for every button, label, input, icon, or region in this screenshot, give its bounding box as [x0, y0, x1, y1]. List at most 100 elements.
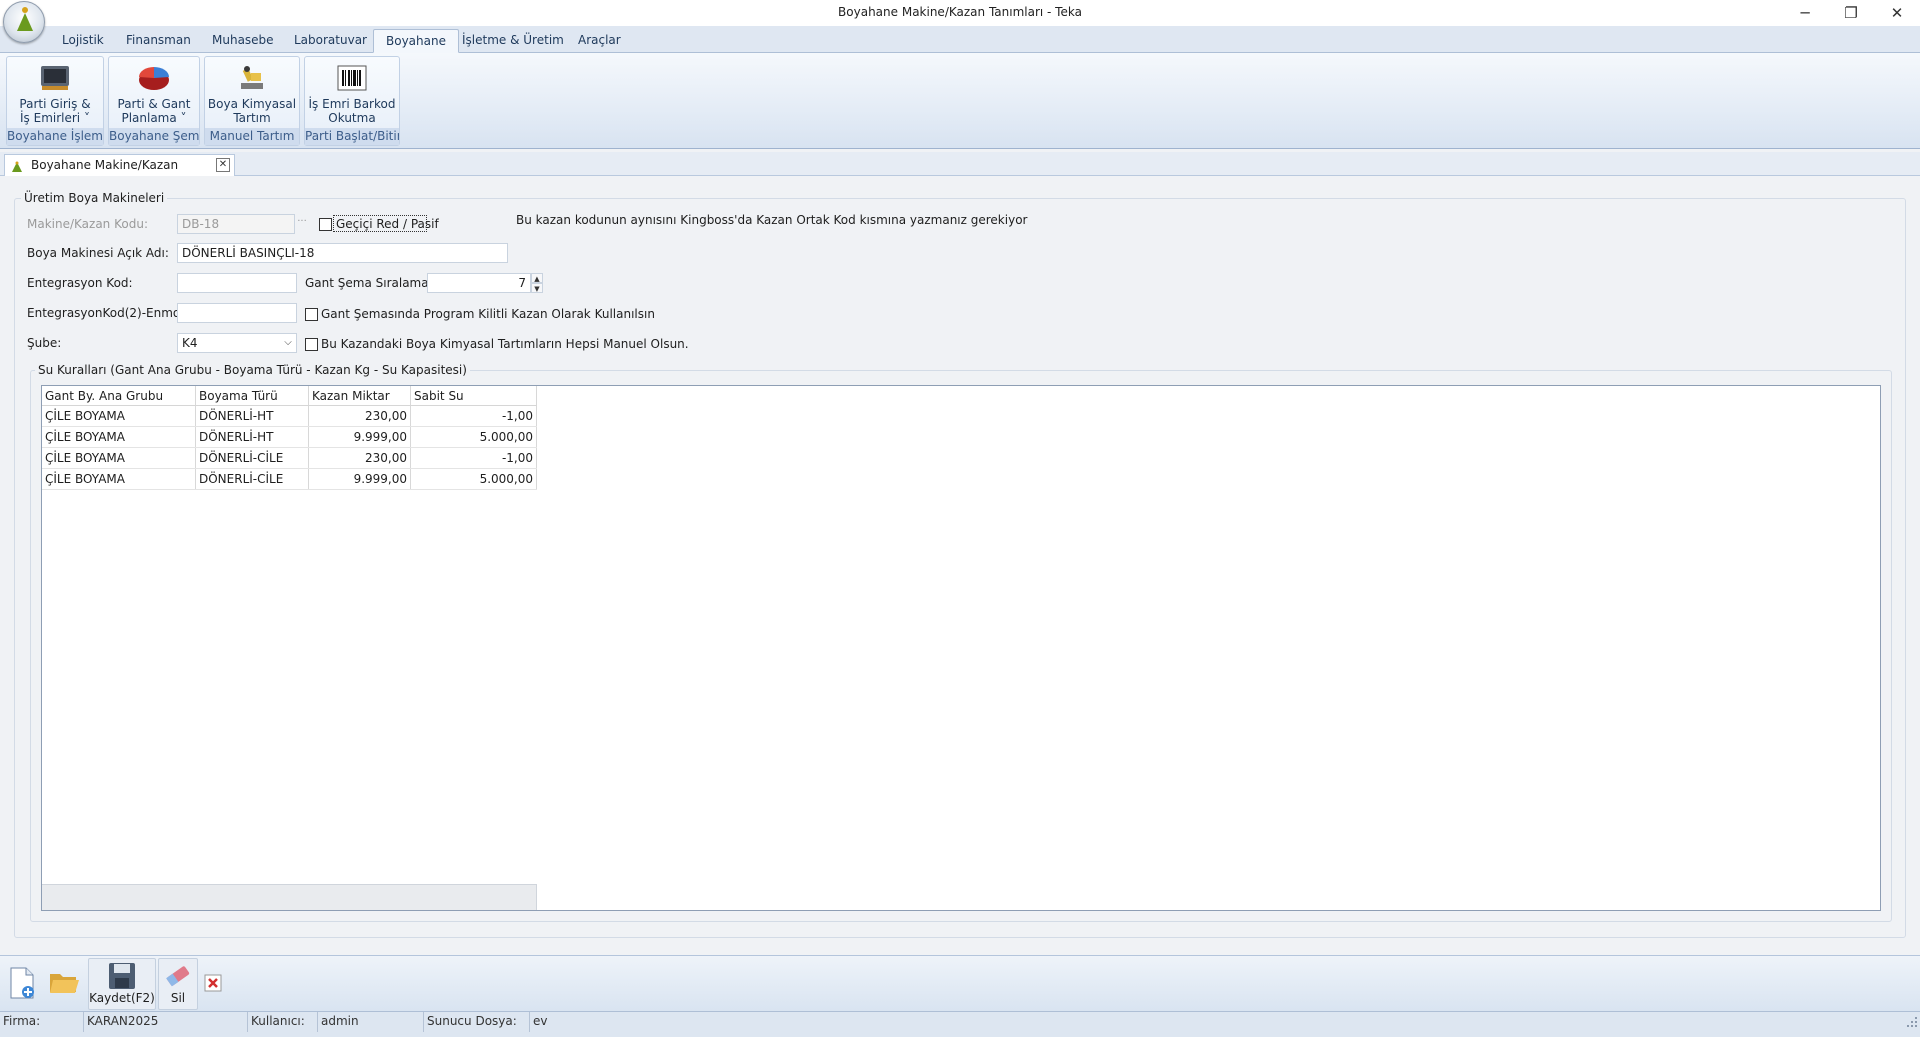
table-cell[interactable]: 230,00: [309, 448, 411, 468]
app-logo-icon: [17, 13, 33, 31]
delete-button[interactable]: Sil: [158, 958, 198, 1010]
parti-giris-button[interactable]: Parti Giriş & İş Emirleri ˅: [7, 59, 103, 129]
document-tab[interactable]: Boyahane Makine/Kazan Tanımları ✕: [4, 154, 235, 192]
table-row[interactable]: ÇİLE BOYAMA DÖNERLİ-CİLE 9.999,00 5.000,…: [42, 469, 537, 490]
open-name-input[interactable]: DÖNERLİ BASINÇLI-18: [177, 243, 508, 263]
spin-down-icon[interactable]: ▼: [531, 283, 543, 293]
pie-chart-icon: [137, 63, 171, 93]
parti-giris-label-1: Parti Giriş &: [19, 97, 91, 111]
is-emri-label-2: Okutma: [328, 111, 376, 125]
table-cell[interactable]: 230,00: [309, 406, 411, 426]
tab-finansman[interactable]: Finansman: [114, 29, 203, 53]
grid-footer: [42, 884, 537, 910]
open-name-label: Boya Makinesi Açık Adı:: [27, 246, 169, 260]
resize-grip-icon[interactable]: [1904, 1014, 1918, 1028]
water-rules-grid[interactable]: Gant By. Ana Grubu Boyama Türü Kazan Mik…: [41, 385, 1881, 911]
ribbon-group-label: Parti Başlat/Bitir: [305, 128, 399, 145]
table-cell[interactable]: 5.000,00: [411, 469, 537, 489]
table-cell[interactable]: -1,00: [411, 406, 537, 426]
integration-code-input[interactable]: [177, 273, 297, 293]
table-cell[interactable]: DÖNERLİ-CİLE: [196, 448, 309, 468]
water-rules-title: Su Kuralları (Gant Ana Grubu - Boyama Tü…: [35, 363, 470, 377]
spin-up-icon[interactable]: ▲: [531, 273, 543, 283]
ribbon-group-label: Boyahane Şema: [109, 128, 199, 145]
boya-kimyasal-label-2: Tartım: [233, 111, 271, 125]
ribbon-group-manuel-tartim: Boya Kimyasal Tartım Manuel Tartım: [204, 56, 300, 146]
table-cell[interactable]: DÖNERLİ-HT: [196, 406, 309, 426]
minimize-button[interactable]: ─: [1782, 0, 1828, 26]
gant-locked-label[interactable]: Gant Şemasında Program Kilitli Kazan Ola…: [321, 307, 655, 321]
manual-weigh-label[interactable]: Bu Kazandaki Boya Kimyasal Tartımların H…: [321, 337, 689, 351]
integration-code2-input[interactable]: [177, 303, 297, 323]
machine-code-lookup-button[interactable]: ···: [295, 215, 309, 233]
table-cell[interactable]: -1,00: [411, 448, 537, 468]
chevron-down-icon[interactable]: ⌵: [280, 334, 296, 352]
ribbon-group-parti-baslat: İş Emri Barkod Okutma Parti Başlat/Bitir: [304, 56, 400, 146]
integration-code2-label: EntegrasyonKod(2)-Enmos:: [27, 306, 191, 320]
branch-select[interactable]: K4: [177, 333, 297, 353]
boya-kimyasal-button[interactable]: Boya Kimyasal Tartım: [205, 59, 299, 129]
gant-locked-checkbox[interactable]: [305, 308, 318, 321]
document-tab-icon: [11, 159, 23, 172]
document-tab-close-icon[interactable]: ✕: [216, 158, 230, 172]
tab-laboratuvar[interactable]: Laboratuvar: [282, 29, 379, 53]
tab-isletme-uretim[interactable]: İşletme & Üretim: [450, 29, 576, 53]
user-value: admin: [318, 1012, 424, 1032]
gant-order-spinner[interactable]: ▲ ▼: [531, 273, 543, 293]
title-bar: Boyahane Makine/Kazan Tanımları - Teka ─…: [0, 0, 1920, 43]
temp-reject-checkbox[interactable]: [319, 218, 332, 231]
grid-table: Gant By. Ana Grubu Boyama Türü Kazan Mik…: [42, 386, 537, 490]
column-header[interactable]: Kazan Miktar: [309, 386, 411, 405]
firm-label: Firma:: [0, 1012, 84, 1032]
table-cell[interactable]: 9.999,00: [309, 427, 411, 447]
table-cell[interactable]: ÇİLE BOYAMA: [42, 406, 196, 426]
column-header[interactable]: Gant By. Ana Grubu: [42, 386, 196, 405]
tab-lojistik[interactable]: Lojistik: [50, 29, 116, 53]
ribbon-group-boyahane-sema: Parti & Gant Planlama ˅ Boyahane Şema: [108, 56, 200, 146]
table-row[interactable]: ÇİLE BOYAMA DÖNERLİ-CİLE 230,00 -1,00: [42, 448, 537, 469]
column-header[interactable]: Boyama Türü: [196, 386, 309, 405]
new-document-icon: [8, 966, 36, 1000]
tab-araclar[interactable]: Araçlar: [566, 29, 633, 53]
window-title: Boyahane Makine/Kazan Tanımları - Teka: [838, 5, 1082, 19]
table-cell[interactable]: ÇİLE BOYAMA: [42, 448, 196, 468]
machine-code-input[interactable]: DB-18: [177, 214, 295, 234]
app-menu-orb[interactable]: [3, 1, 45, 43]
is-emri-barkod-button[interactable]: İş Emri Barkod Okutma: [305, 59, 399, 129]
column-header[interactable]: Sabit Su: [411, 386, 537, 405]
is-emri-label-1: İş Emri Barkod: [308, 97, 396, 111]
table-cell[interactable]: ÇİLE BOYAMA: [42, 469, 196, 489]
parti-gant-button[interactable]: Parti & Gant Planlama ˅: [109, 59, 199, 129]
table-cell[interactable]: ÇİLE BOYAMA: [42, 427, 196, 447]
manual-weigh-checkbox[interactable]: [305, 338, 318, 351]
new-record-button[interactable]: [4, 958, 40, 1010]
table-row[interactable]: ÇİLE BOYAMA DÖNERLİ-HT 9.999,00 5.000,00: [42, 427, 537, 448]
monitor-icon: [38, 63, 72, 93]
eraser-icon: [163, 962, 193, 990]
table-cell[interactable]: DÖNERLİ-CİLE: [196, 469, 309, 489]
open-button[interactable]: [45, 958, 83, 1010]
save-button[interactable]: Kaydet(F2): [88, 958, 156, 1010]
table-cell[interactable]: DÖNERLİ-HT: [196, 427, 309, 447]
temp-reject-label[interactable]: Geçiçi Red / Pasif: [336, 217, 439, 231]
user-label: Kullanıcı:: [248, 1012, 318, 1032]
grid-header-row: Gant By. Ana Grubu Boyama Türü Kazan Mik…: [42, 386, 537, 406]
branch-label: Şube:: [27, 336, 62, 350]
tab-boyahane[interactable]: Boyahane: [373, 29, 459, 53]
gant-order-input[interactable]: 7: [427, 273, 531, 293]
info-text: Bu kazan kodunun aynısını Kingboss'da Ka…: [516, 213, 1028, 227]
close-window-button[interactable]: ✕: [1874, 0, 1920, 26]
scale-icon: [235, 63, 269, 93]
ribbon-panel: Parti Giriş & İş Emirleri ˅ Boyahane İşl…: [0, 53, 1920, 149]
status-bar: Firma: KARAN2025 Kullanıcı: admin Sunucu…: [0, 1011, 1920, 1037]
ribbon-tab-bar: Lojistik Finansman Muhasebe Laboratuvar …: [0, 26, 1920, 53]
restore-button[interactable]: ❐: [1828, 0, 1874, 26]
document-tab-strip: Boyahane Makine/Kazan Tanımları ✕: [0, 152, 1920, 192]
gant-order-label: Gant Şema Sıralaması:: [305, 276, 443, 290]
tab-muhasebe[interactable]: Muhasebe: [200, 29, 286, 53]
close-form-button[interactable]: [200, 958, 226, 1010]
table-cell[interactable]: 5.000,00: [411, 427, 537, 447]
table-row[interactable]: ÇİLE BOYAMA DÖNERLİ-HT 230,00 -1,00: [42, 406, 537, 427]
table-cell[interactable]: 9.999,00: [309, 469, 411, 489]
ribbon-group-label: Boyahane İşlemler: [7, 128, 103, 145]
